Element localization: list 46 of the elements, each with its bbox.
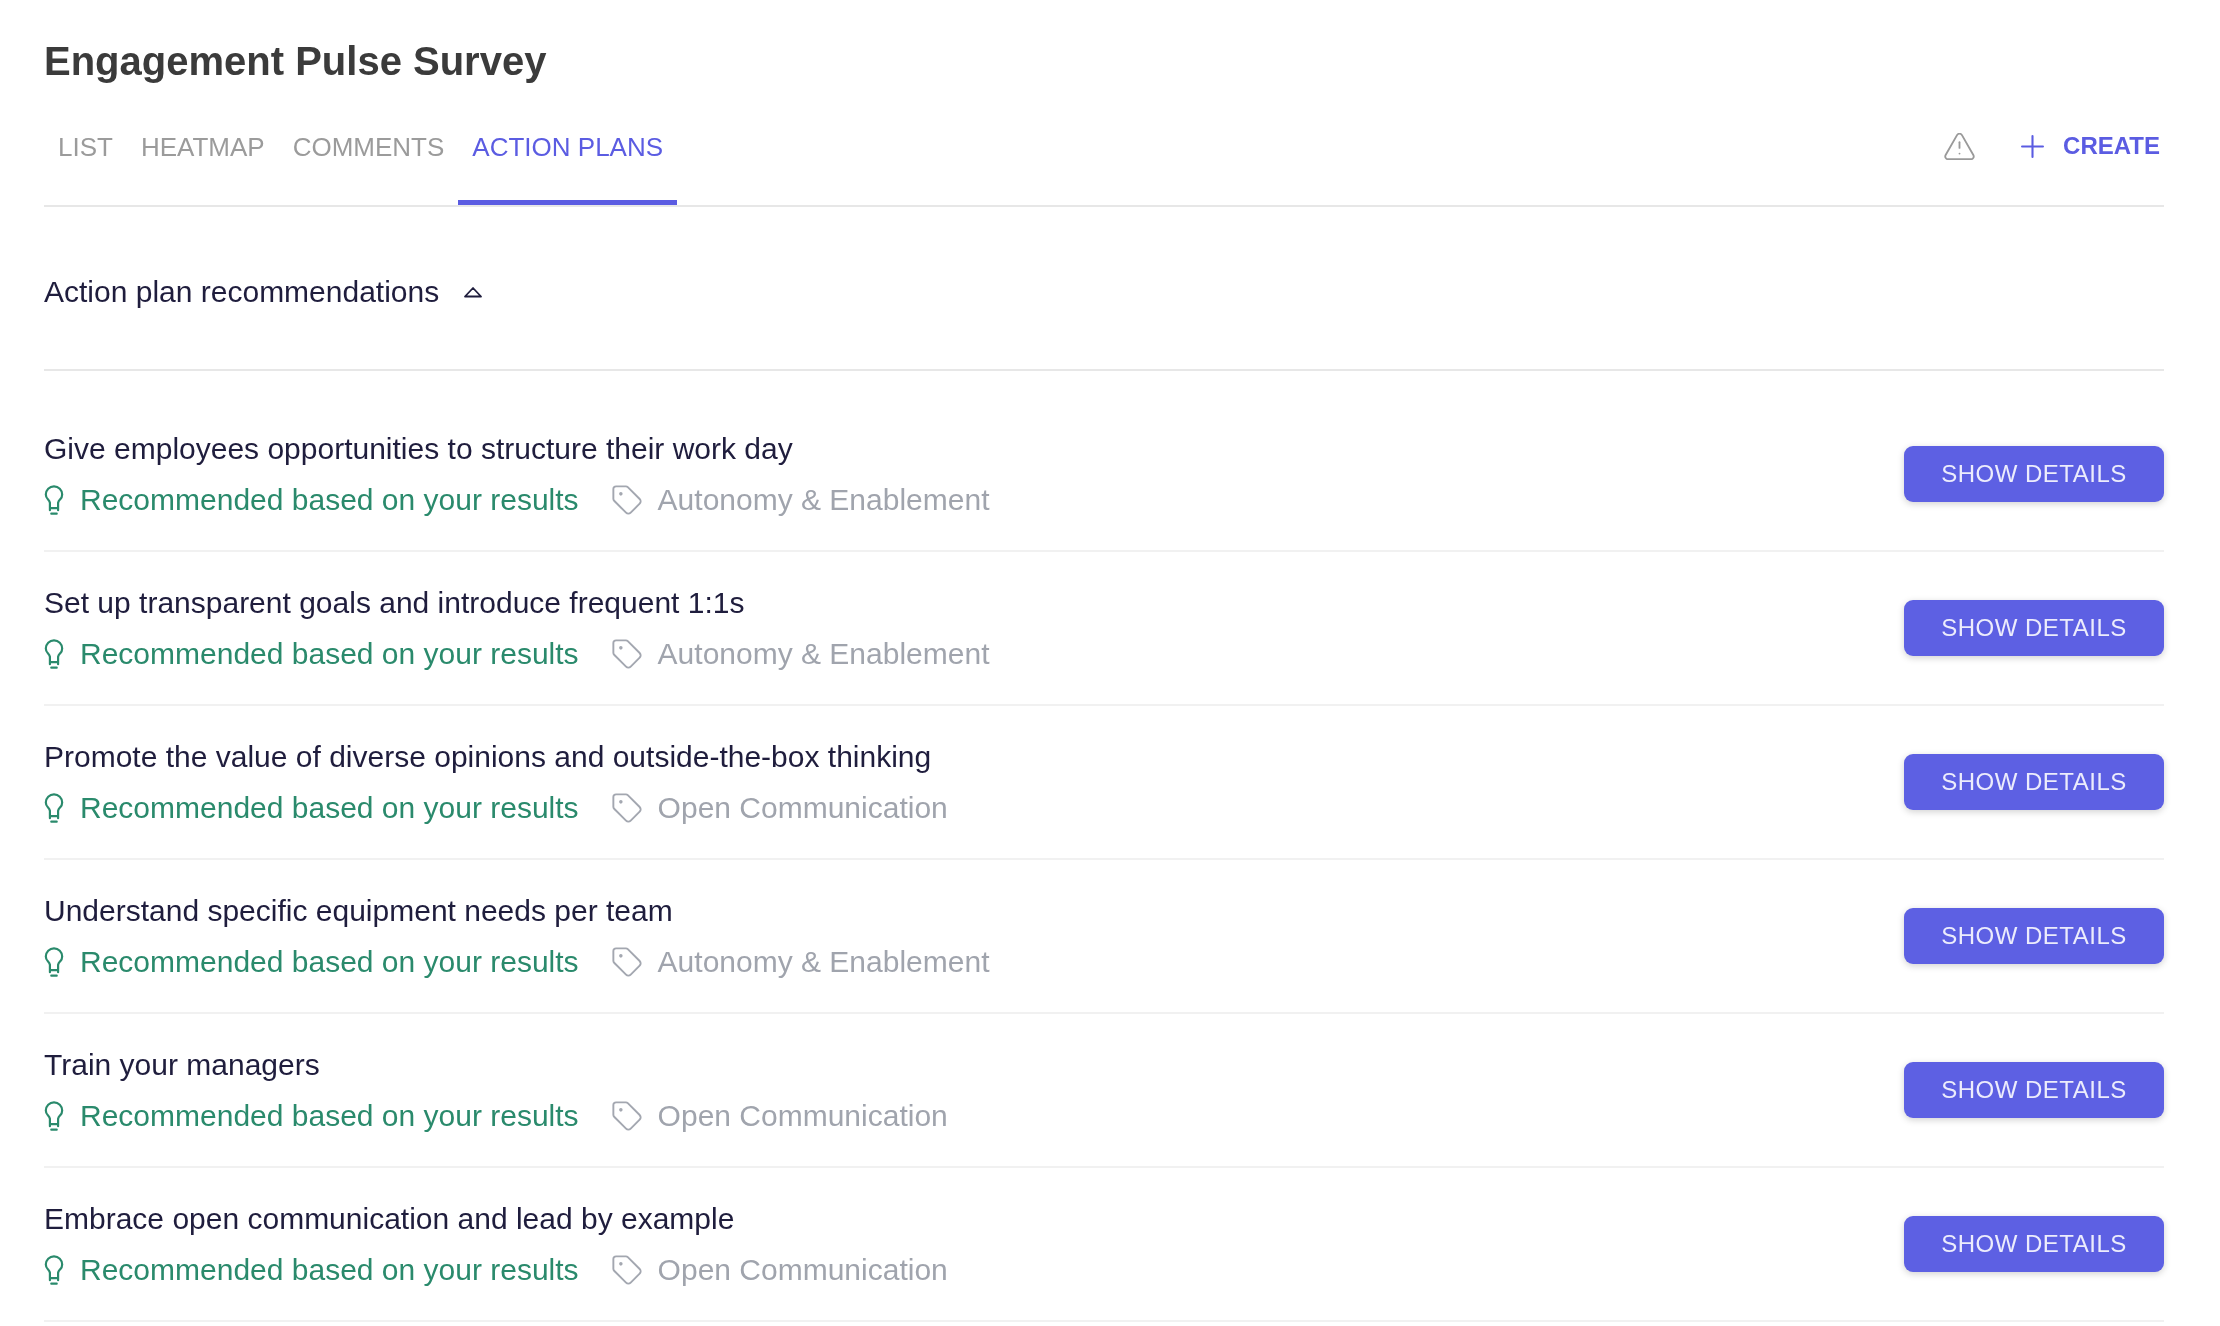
- show-details-button[interactable]: SHOW DETAILS: [1904, 600, 2164, 656]
- category-tag: Autonomy & Enablement: [657, 633, 990, 674]
- recommendation-note: Recommended based on your results: [80, 789, 579, 826]
- tag-icon: [611, 1100, 642, 1131]
- show-details-button[interactable]: SHOW DETAILS: [1904, 908, 2164, 964]
- action-plan-title: Train your managers: [44, 1046, 320, 1083]
- tag-icon: [611, 792, 642, 823]
- show-details-button[interactable]: SHOW DETAILS: [1904, 446, 2164, 502]
- lightbulb-icon: [44, 792, 64, 823]
- plus-icon: [2021, 134, 2045, 158]
- category-tag: Open Communication: [657, 787, 948, 828]
- create-button[interactable]: CREATE: [2021, 131, 2164, 161]
- tab[interactable]: COMMENTS: [278, 100, 459, 205]
- tab[interactable]: ACTION PLANS: [458, 100, 678, 205]
- tab[interactable]: HEATMAP: [126, 100, 279, 205]
- tab[interactable]: LIST: [44, 100, 127, 205]
- recommendation-note: Recommended based on your results: [80, 1097, 579, 1134]
- lightbulb-icon: [44, 1100, 64, 1131]
- page-title: Engagement Pulse Survey: [44, 38, 547, 85]
- category-tag: Open Communication: [657, 1249, 948, 1290]
- tag-icon: [611, 946, 642, 977]
- recommendation-note: Recommended based on your results: [80, 635, 579, 672]
- lightbulb-icon: [44, 638, 64, 669]
- recommendation-note: Recommended based on your results: [80, 1251, 579, 1288]
- action-plan-title: Give employees opportunities to structure their work day: [44, 430, 793, 467]
- action-plan-title: Promote the value of diverse opinions and outside-the-box thinking: [44, 738, 932, 775]
- show-details-button[interactable]: SHOW DETAILS: [1904, 754, 2164, 810]
- category-tag: Autonomy & Enablement: [657, 479, 990, 520]
- lightbulb-icon: [44, 484, 64, 515]
- action-plan-title: Embrace open communication and lead by example: [44, 1200, 735, 1237]
- action-plan-title: Set up transparent goals and introduce frequent 1:1s: [44, 584, 745, 621]
- recommendation-note: Recommended based on your results: [80, 481, 579, 518]
- warning-icon[interactable]: [1944, 132, 1976, 160]
- lightbulb-icon: [44, 946, 64, 977]
- tag-icon: [611, 638, 642, 669]
- tag-icon: [611, 1254, 642, 1285]
- section-toggle[interactable]: Action plan recommendations: [44, 274, 484, 310]
- recommendation-note: Recommended based on your results: [80, 943, 579, 980]
- tag-icon: [611, 484, 642, 515]
- caret-up-icon: [463, 286, 484, 298]
- show-details-button[interactable]: SHOW DETAILS: [1904, 1216, 2164, 1272]
- action-plan-title: Understand specific equipment needs per team: [44, 892, 673, 929]
- lightbulb-icon: [44, 1254, 64, 1285]
- category-tag: Open Communication: [657, 1095, 948, 1136]
- show-details-button[interactable]: SHOW DETAILS: [1904, 1062, 2164, 1118]
- category-tag: Autonomy & Enablement: [657, 941, 990, 982]
